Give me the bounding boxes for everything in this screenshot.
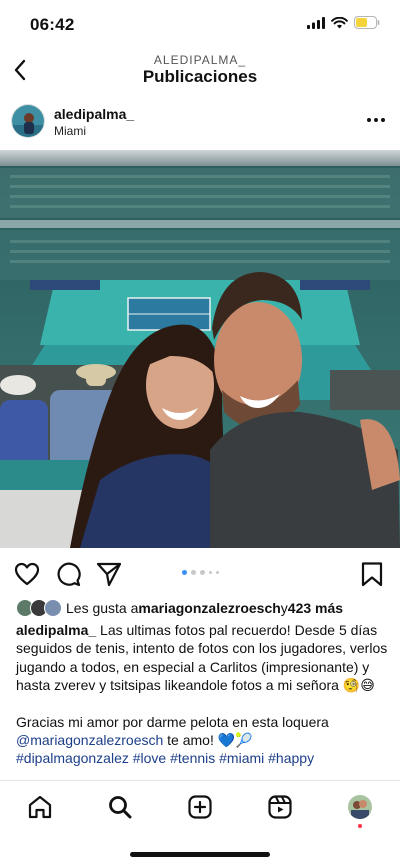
create-icon [188, 795, 212, 819]
photo-icon [0, 150, 400, 548]
post-author-avatar[interactable] [11, 104, 45, 138]
home-indicator [130, 852, 270, 857]
status-icons [307, 16, 380, 29]
bookmark-icon [361, 562, 383, 587]
likes-summary[interactable]: Les gusta a mariagonzalezroesch y 423 má… [16, 597, 396, 619]
battery-icon [354, 16, 380, 29]
header: ALEDIPALMA_ Publicaciones [0, 48, 400, 94]
nav-home[interactable] [26, 793, 54, 821]
header-subtitle: ALEDIPALMA_ [153, 53, 247, 67]
nav-create[interactable] [186, 793, 214, 821]
status-time: 06:42 [30, 15, 75, 34]
profile-avatar [348, 795, 372, 819]
wifi-icon [331, 16, 348, 28]
caption-hashtags[interactable]: #dipalmagonzalez #love #tennis #miami #h… [16, 749, 388, 767]
carousel-dot [208, 571, 212, 574]
likes-user[interactable]: mariagonzalezroesch [138, 600, 280, 616]
home-icon [28, 795, 52, 819]
post-photo[interactable] [0, 150, 400, 548]
bottom-nav [0, 780, 400, 836]
caption-username[interactable]: aledipalma_ [16, 622, 96, 638]
notification-dot [358, 824, 362, 828]
nav-reels[interactable] [266, 793, 294, 821]
likes-connector: y [280, 600, 288, 616]
caption-text-3: te amo! 💙🎾 [163, 732, 253, 749]
post-actions [0, 556, 400, 592]
carousel-dot [190, 570, 196, 575]
caption-text-2: Gracias mi amor por darme pelota en esta… [16, 713, 329, 730]
likes-prefix: Les gusta a [66, 600, 139, 616]
save-button[interactable] [358, 560, 386, 588]
status-bar: 06:42 [0, 0, 400, 48]
post-location[interactable]: Miami [54, 124, 86, 138]
caption-mention[interactable]: @mariagonzalezroesch [16, 732, 163, 748]
reels-icon [268, 795, 292, 819]
more-options-button[interactable] [364, 112, 388, 128]
post-header: aledipalma_ Miami [0, 100, 400, 146]
post-caption: aledipalma_ Las ultimas fotos pal recuer… [16, 621, 388, 768]
nav-search[interactable] [106, 793, 134, 821]
liker-avatar [44, 599, 62, 617]
carousel-indicator [0, 570, 400, 575]
post-author-username[interactable]: aledipalma_ [54, 106, 134, 122]
cellular-signal-icon [307, 16, 325, 29]
nav-profile[interactable] [346, 793, 374, 828]
page-title: Publicaciones [142, 67, 258, 86]
carousel-dot-active [181, 570, 187, 575]
carousel-dot [215, 571, 219, 574]
more-icon [367, 118, 371, 122]
carousel-dot [199, 570, 205, 575]
liker-avatars [16, 599, 64, 617]
likes-count[interactable]: 423 más [288, 600, 343, 616]
search-icon [109, 796, 132, 819]
